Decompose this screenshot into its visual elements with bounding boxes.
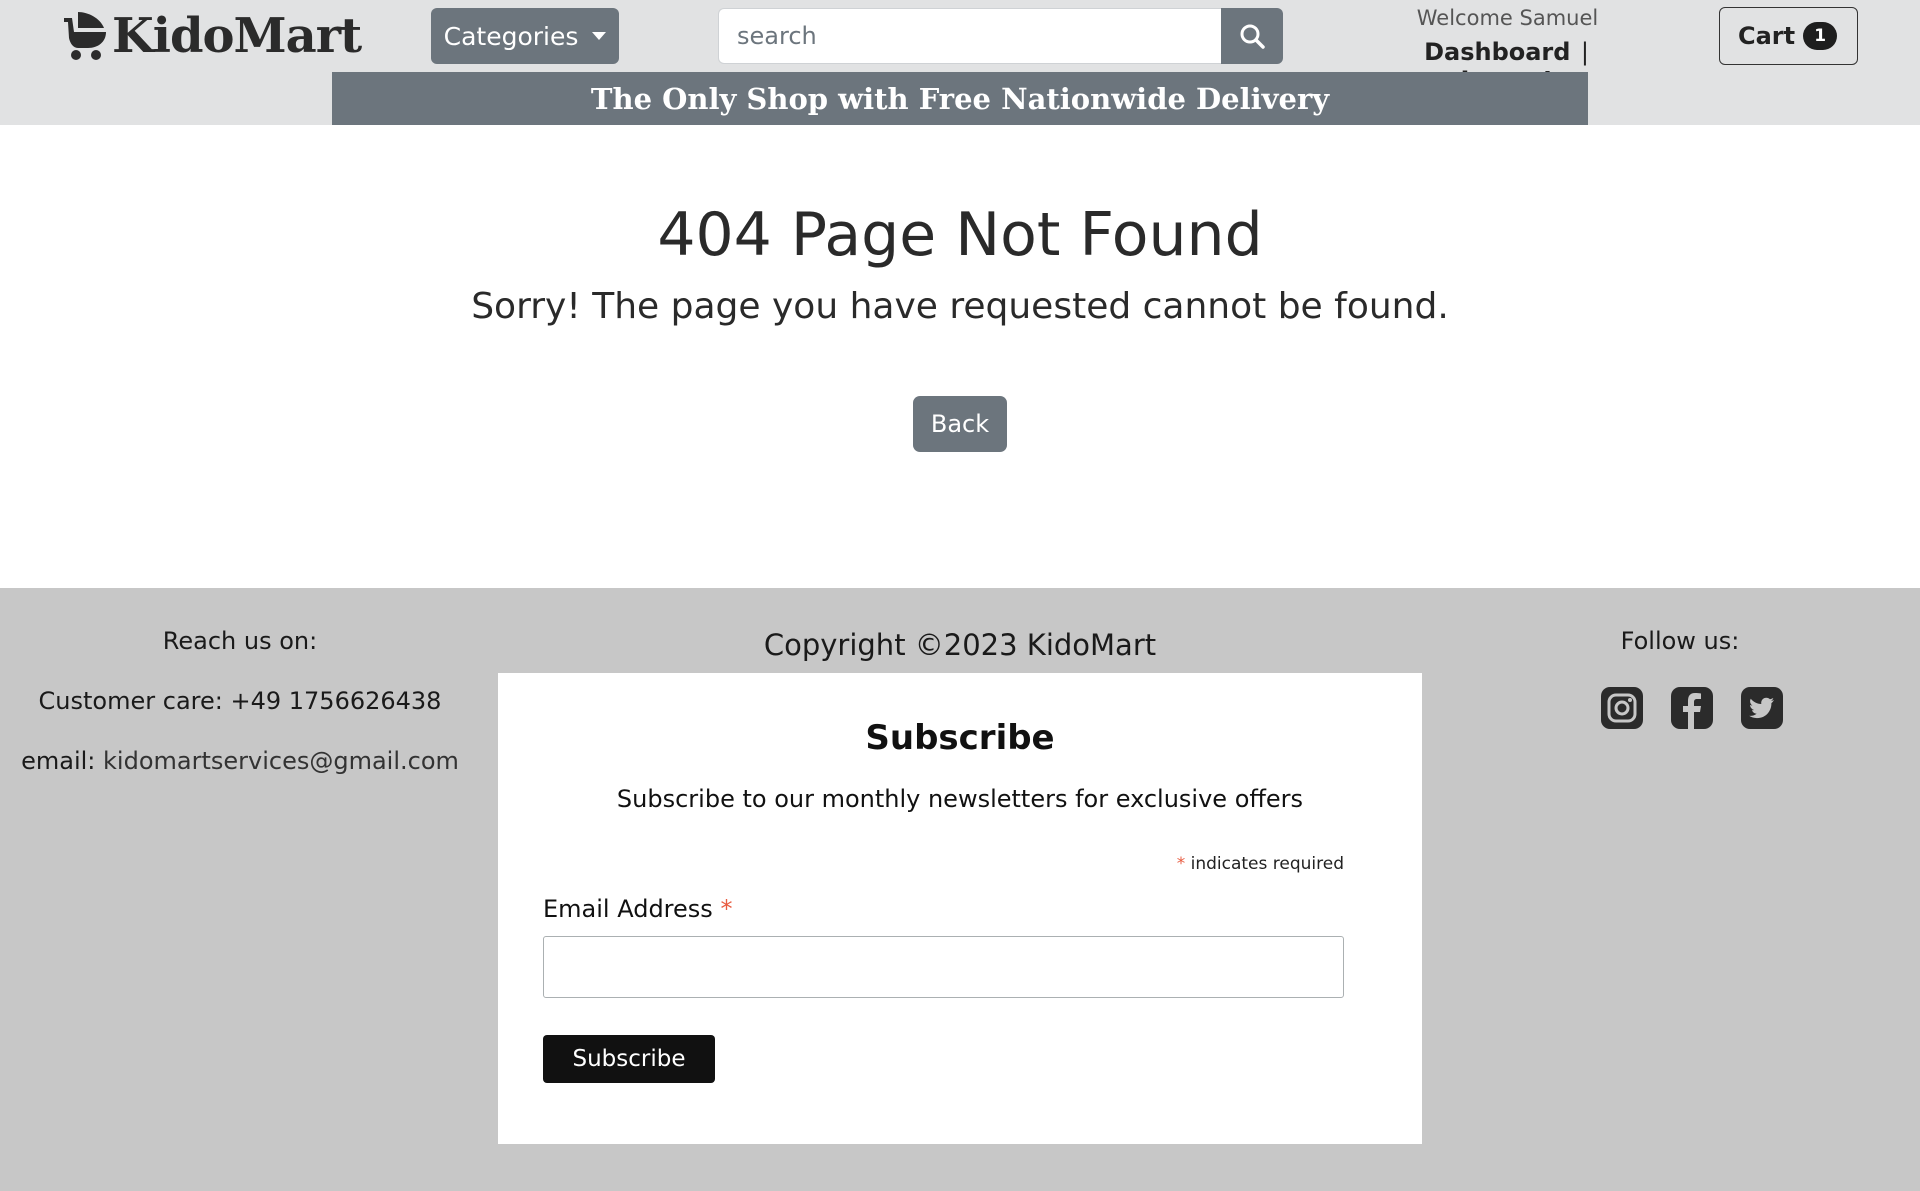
- email-prefix: email:: [21, 747, 104, 775]
- copyright-text: Copyright ©2023 KidoMart: [763, 628, 1157, 662]
- email-required-asterisk: *: [720, 895, 733, 923]
- page-title: 404 Page Not Found: [657, 200, 1263, 270]
- logo-text: KidoMart: [112, 8, 362, 64]
- twitter-icon[interactable]: [1740, 686, 1784, 730]
- search-icon: [1240, 24, 1265, 49]
- instagram-icon[interactable]: [1600, 686, 1644, 730]
- required-note: * indicates required: [1177, 854, 1344, 874]
- email-link[interactable]: kidomartservices@gmail.com: [103, 747, 459, 775]
- welcome-text: Welcome Samuel: [1416, 6, 1599, 30]
- social-links: [1600, 686, 1784, 730]
- dashboard-link[interactable]: Dashboard: [1424, 38, 1570, 66]
- subscribe-description: Subscribe to our monthly newsletters for…: [616, 785, 1304, 813]
- contact-heading: Reach us on:: [162, 627, 318, 655]
- back-button[interactable]: Back: [913, 396, 1007, 452]
- customer-care-phone: Customer care: +49 1756626438: [38, 687, 442, 715]
- email-label-text: Email Address: [543, 895, 713, 923]
- categories-label: Categories: [443, 21, 579, 51]
- site-header: KidoMart Categories Welcome Samuel Dashb…: [0, 0, 1920, 125]
- baby-stroller-icon: [64, 12, 106, 60]
- required-note-text: indicates required: [1185, 854, 1344, 874]
- newsletter-subscribe-form: Subscribe Subscribe to our monthly newsl…: [498, 673, 1422, 1144]
- search-input[interactable]: [718, 8, 1222, 64]
- facebook-icon[interactable]: [1670, 686, 1714, 730]
- email-address-label: Email Address *: [543, 895, 732, 923]
- follow-heading: Follow us:: [1620, 627, 1740, 655]
- error-message: Sorry! The page you have requested canno…: [471, 286, 1449, 327]
- subscribe-button[interactable]: Subscribe: [543, 1035, 715, 1083]
- subscribe-title: Subscribe: [865, 718, 1055, 758]
- email-address-input[interactable]: [543, 936, 1344, 998]
- brand-logo[interactable]: KidoMart: [60, 6, 362, 66]
- cart-label: Cart: [1738, 22, 1796, 50]
- contact-email: email: kidomartservices@gmail.com: [0, 747, 480, 775]
- cart-count-badge: 1: [1803, 22, 1838, 50]
- caret-down-icon: [592, 32, 607, 40]
- search-button[interactable]: [1221, 8, 1283, 64]
- promo-banner: The Only Shop with Free Nationwide Deliv…: [332, 72, 1588, 125]
- categories-dropdown-button[interactable]: Categories: [431, 8, 619, 64]
- required-asterisk: *: [1176, 854, 1186, 874]
- link-separator: |: [1580, 38, 1589, 66]
- cart-button[interactable]: Cart 1: [1719, 7, 1858, 65]
